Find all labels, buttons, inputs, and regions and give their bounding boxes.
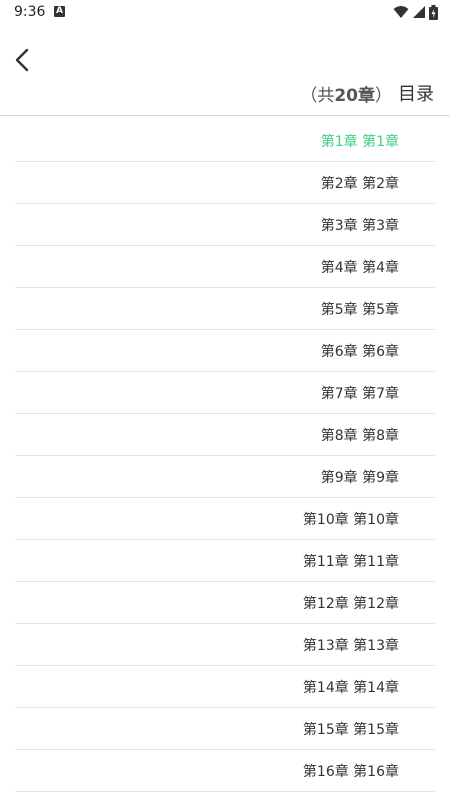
chapter-item[interactable]: 第3章 第3章: [15, 204, 435, 246]
chapter-title: 第11章 第11章: [302, 553, 399, 570]
chapter-count: （共20章）: [300, 81, 392, 106]
chapter-title: 第7章 第7章: [320, 385, 399, 402]
chapter-title: 第3章 第3章: [320, 217, 399, 234]
chapter-title: 第6章 第6章: [320, 343, 399, 360]
chapter-item[interactable]: 第4章 第4章: [15, 246, 435, 288]
back-arrow-icon: [15, 48, 29, 72]
chapter-item[interactable]: 第12章 第12章: [15, 582, 435, 624]
chapter-item[interactable]: 第16章 第16章: [15, 750, 435, 792]
chapter-item[interactable]: 第5章 第5章: [15, 288, 435, 330]
page-title: （共20章） 目录: [300, 80, 434, 106]
chapter-item[interactable]: 第11章 第11章: [15, 540, 435, 582]
status-time: 9:36: [14, 4, 46, 20]
back-button[interactable]: [8, 44, 36, 76]
status-bar: 9:36 A: [0, 0, 450, 24]
chapter-title: 第13章 第13章: [302, 637, 399, 654]
chapter-item[interactable]: 第13章 第13章: [15, 624, 435, 666]
chapter-title: 第12章 第12章: [302, 595, 399, 612]
chapter-count-value: 20章: [334, 85, 375, 106]
chapter-title: 第10章 第10章: [302, 511, 399, 528]
chapter-item[interactable]: 第2章 第2章: [15, 162, 435, 204]
chapter-title: 第15章 第15章: [302, 721, 399, 738]
chapter-list: 第1章 第1章 第2章 第2章 第3章 第3章 第4章 第4章 第5章 第5章 第6章 第…: [15, 120, 435, 792]
chapter-item[interactable]: 第6章 第6章: [15, 330, 435, 372]
chapter-title: 第2章 第2章: [320, 175, 399, 192]
chapter-item[interactable]: 第15章 第15章: [15, 708, 435, 750]
chapter-item[interactable]: 第8章 第8章: [15, 414, 435, 456]
chapter-title: 第4章 第4章: [320, 259, 399, 276]
header-divider: [0, 115, 450, 116]
signal-icon: [413, 6, 425, 18]
chapter-title: 第14章 第14章: [302, 679, 399, 696]
chapter-item[interactable]: 第14章 第14章: [15, 666, 435, 708]
chapter-title: 第8章 第8章: [320, 427, 399, 444]
chapter-count-suffix: ）: [375, 85, 392, 106]
chapter-item[interactable]: 第9章 第9章: [15, 456, 435, 498]
notification-a-icon: A: [54, 6, 65, 17]
status-icons: [393, 4, 438, 20]
chapter-item[interactable]: 第7章 第7章: [15, 372, 435, 414]
wifi-icon: [393, 6, 409, 18]
chapter-item[interactable]: 第10章 第10章: [15, 498, 435, 540]
chapter-title: 第5章 第5章: [320, 301, 399, 318]
chapter-count-prefix: （共: [300, 85, 335, 106]
chapter-title: 第9章 第9章: [320, 469, 399, 486]
battery-icon: [429, 4, 438, 20]
chapter-item[interactable]: 第1章 第1章: [15, 120, 435, 162]
catalog-title: 目录: [398, 84, 434, 105]
chapter-title: 第16章 第16章: [302, 763, 399, 780]
chapter-title: 第1章 第1章: [320, 133, 399, 150]
